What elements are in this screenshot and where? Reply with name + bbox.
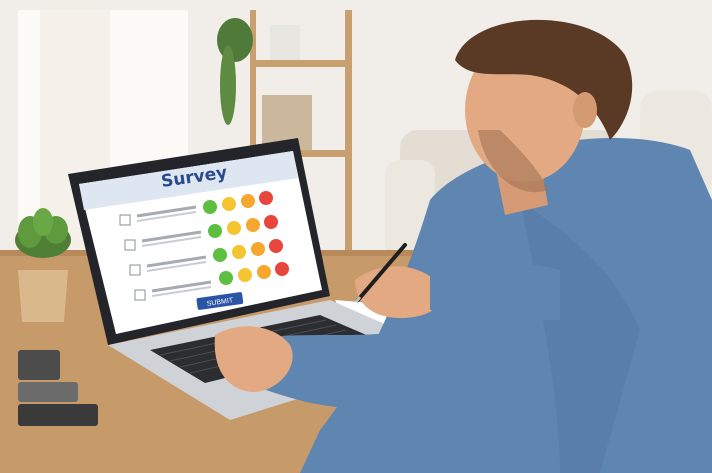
smiley-face-icon[interactable] <box>213 248 227 262</box>
smiley-face-icon[interactable] <box>251 242 265 256</box>
checkbox-icon[interactable] <box>119 214 131 226</box>
smiley-face-icon[interactable] <box>232 245 246 259</box>
smiley-face-icon[interactable] <box>257 265 271 279</box>
photo-illustration: Survey SUBMIT <box>0 0 712 473</box>
smiley-face-icon[interactable] <box>219 271 233 285</box>
photo-scene: Survey SUBMIT <box>0 0 712 473</box>
smiley-face-icon[interactable] <box>203 200 217 214</box>
smiley-face-icon[interactable] <box>241 194 255 208</box>
smiley-face-icon[interactable] <box>259 191 273 205</box>
smiley-face-icon[interactable] <box>238 268 252 282</box>
smiley-face-icon[interactable] <box>227 221 241 235</box>
checkbox-icon[interactable] <box>134 289 146 301</box>
checkbox-icon[interactable] <box>124 239 136 251</box>
smiley-face-icon[interactable] <box>275 262 289 276</box>
smiley-face-icon[interactable] <box>246 218 260 232</box>
smiley-face-icon[interactable] <box>264 215 278 229</box>
smiley-face-icon[interactable] <box>208 224 222 238</box>
smiley-face-icon[interactable] <box>269 239 283 253</box>
right-arm <box>430 262 560 320</box>
smiley-face-icon[interactable] <box>222 197 236 211</box>
checkbox-icon[interactable] <box>129 264 141 276</box>
